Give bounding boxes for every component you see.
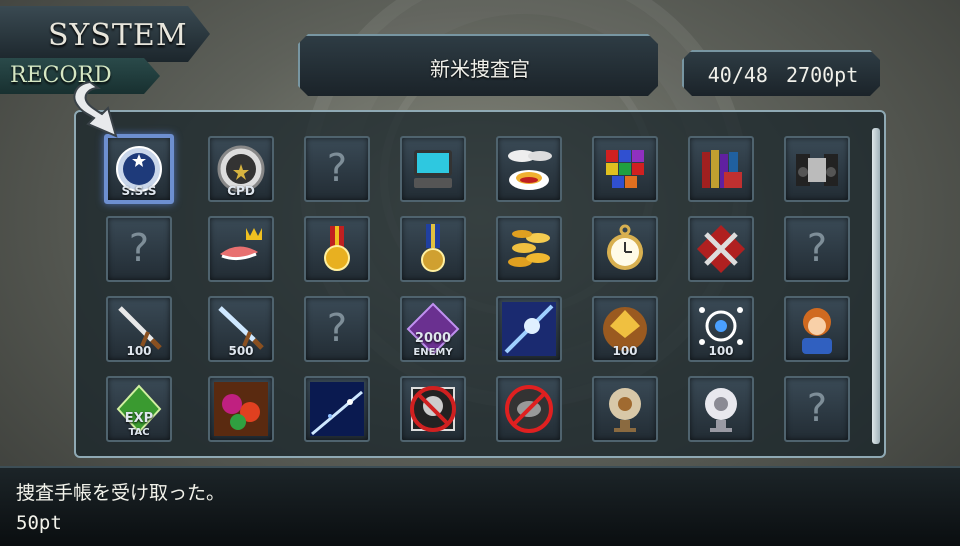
no-symbol-icon [505,385,553,433]
record-cell[interactable]: ? [304,296,370,362]
record-cell[interactable] [496,216,562,282]
selected-title: 新米捜査官 [430,56,530,81]
record-cell[interactable] [592,216,658,282]
record-cell[interactable]: CPD [208,136,274,202]
bronze-orb-icon [609,388,641,432]
icon-label: 100 [126,344,152,358]
record-cell[interactable] [784,136,850,202]
no-skull-icon [410,386,456,432]
message-text: 捜査手帳を受け取った。 [16,482,226,504]
locked-question-icon: ? [128,226,150,270]
record-cell[interactable] [496,296,562,362]
record-cell[interactable]: 100 [688,296,754,362]
record-cell[interactable] [784,296,850,362]
record-cell[interactable] [304,216,370,282]
locked-question-icon: ? [806,226,828,270]
record-cell[interactable]: 100 [106,296,172,362]
record-cell[interactable]: ? [784,376,850,442]
books-icon [702,150,742,188]
stereo-icon [796,154,838,186]
pointer-arrow-icon [73,80,118,138]
colored-blocks-icon [606,150,644,188]
record-cell[interactable]: ? [106,216,172,282]
selected-title-box: 新米捜査官 [298,34,658,96]
icon-label: 2000 [414,331,452,346]
system-tab[interactable]: SYSTEM [0,6,210,62]
flower-burst-icon [214,382,268,436]
record-cell[interactable]: ? [304,136,370,202]
score-box: 40/48 2700pt [682,50,880,96]
locked-question-icon: ? [326,306,348,350]
record-cell[interactable] [400,136,466,202]
record-cell[interactable] [304,376,370,442]
icon-label: 100 [612,344,638,358]
locked-question-icon: ? [806,386,828,430]
record-cell[interactable] [688,216,754,282]
king-fish-icon [220,228,262,261]
record-cell[interactable]: EXP TAC [106,376,172,442]
light-slash-icon [502,302,556,356]
icon-label: EXP [124,411,154,426]
icon-sublabel: ENEMY [413,347,453,358]
icon-label: 100 [708,344,734,358]
system-tab-label: SYSTEM [48,18,188,53]
record-cell[interactable]: 100 [592,296,658,362]
icon-label: CPD [227,184,255,198]
record-cell[interactable] [208,216,274,282]
tools-crossed-icon [696,224,746,274]
record-cell[interactable]: 500 [208,296,274,362]
locked-question-icon: ? [326,146,348,190]
computer-terminal-icon [414,150,452,188]
record-cell[interactable] [208,376,274,442]
silver-orb-icon [705,388,737,432]
record-cell[interactable] [688,376,754,442]
food-plates-icon [508,150,552,190]
record-cell[interactable]: S.S.S [104,134,174,204]
character-portrait-icon [802,308,832,354]
record-grid-panel [74,110,886,458]
record-cell[interactable]: 2000 ENEMY [400,296,466,362]
record-cell[interactable] [496,136,562,202]
gold-medal-icon [324,226,350,271]
record-cell[interactable] [592,376,658,442]
progress-count: 40/48 [707,63,768,87]
record-cell[interactable] [496,376,562,442]
message-points: 50pt [16,512,62,534]
record-cell[interactable] [400,376,466,442]
record-cell[interactable] [592,136,658,202]
record-cell[interactable]: ? [784,216,850,282]
record-cell[interactable] [688,136,754,202]
badge-medal-icon [421,224,445,272]
icon-sublabel: TAC [128,427,150,438]
pocket-watch-icon [607,224,643,270]
blue-streak-icon [310,382,364,436]
icon-label: 500 [228,344,254,358]
icon-label: S.S.S [121,184,157,198]
scrollbar-thumb[interactable] [872,128,880,444]
points-total: 2700pt [785,63,859,87]
record-cell[interactable] [400,216,466,282]
gold-coins-icon [508,230,550,267]
